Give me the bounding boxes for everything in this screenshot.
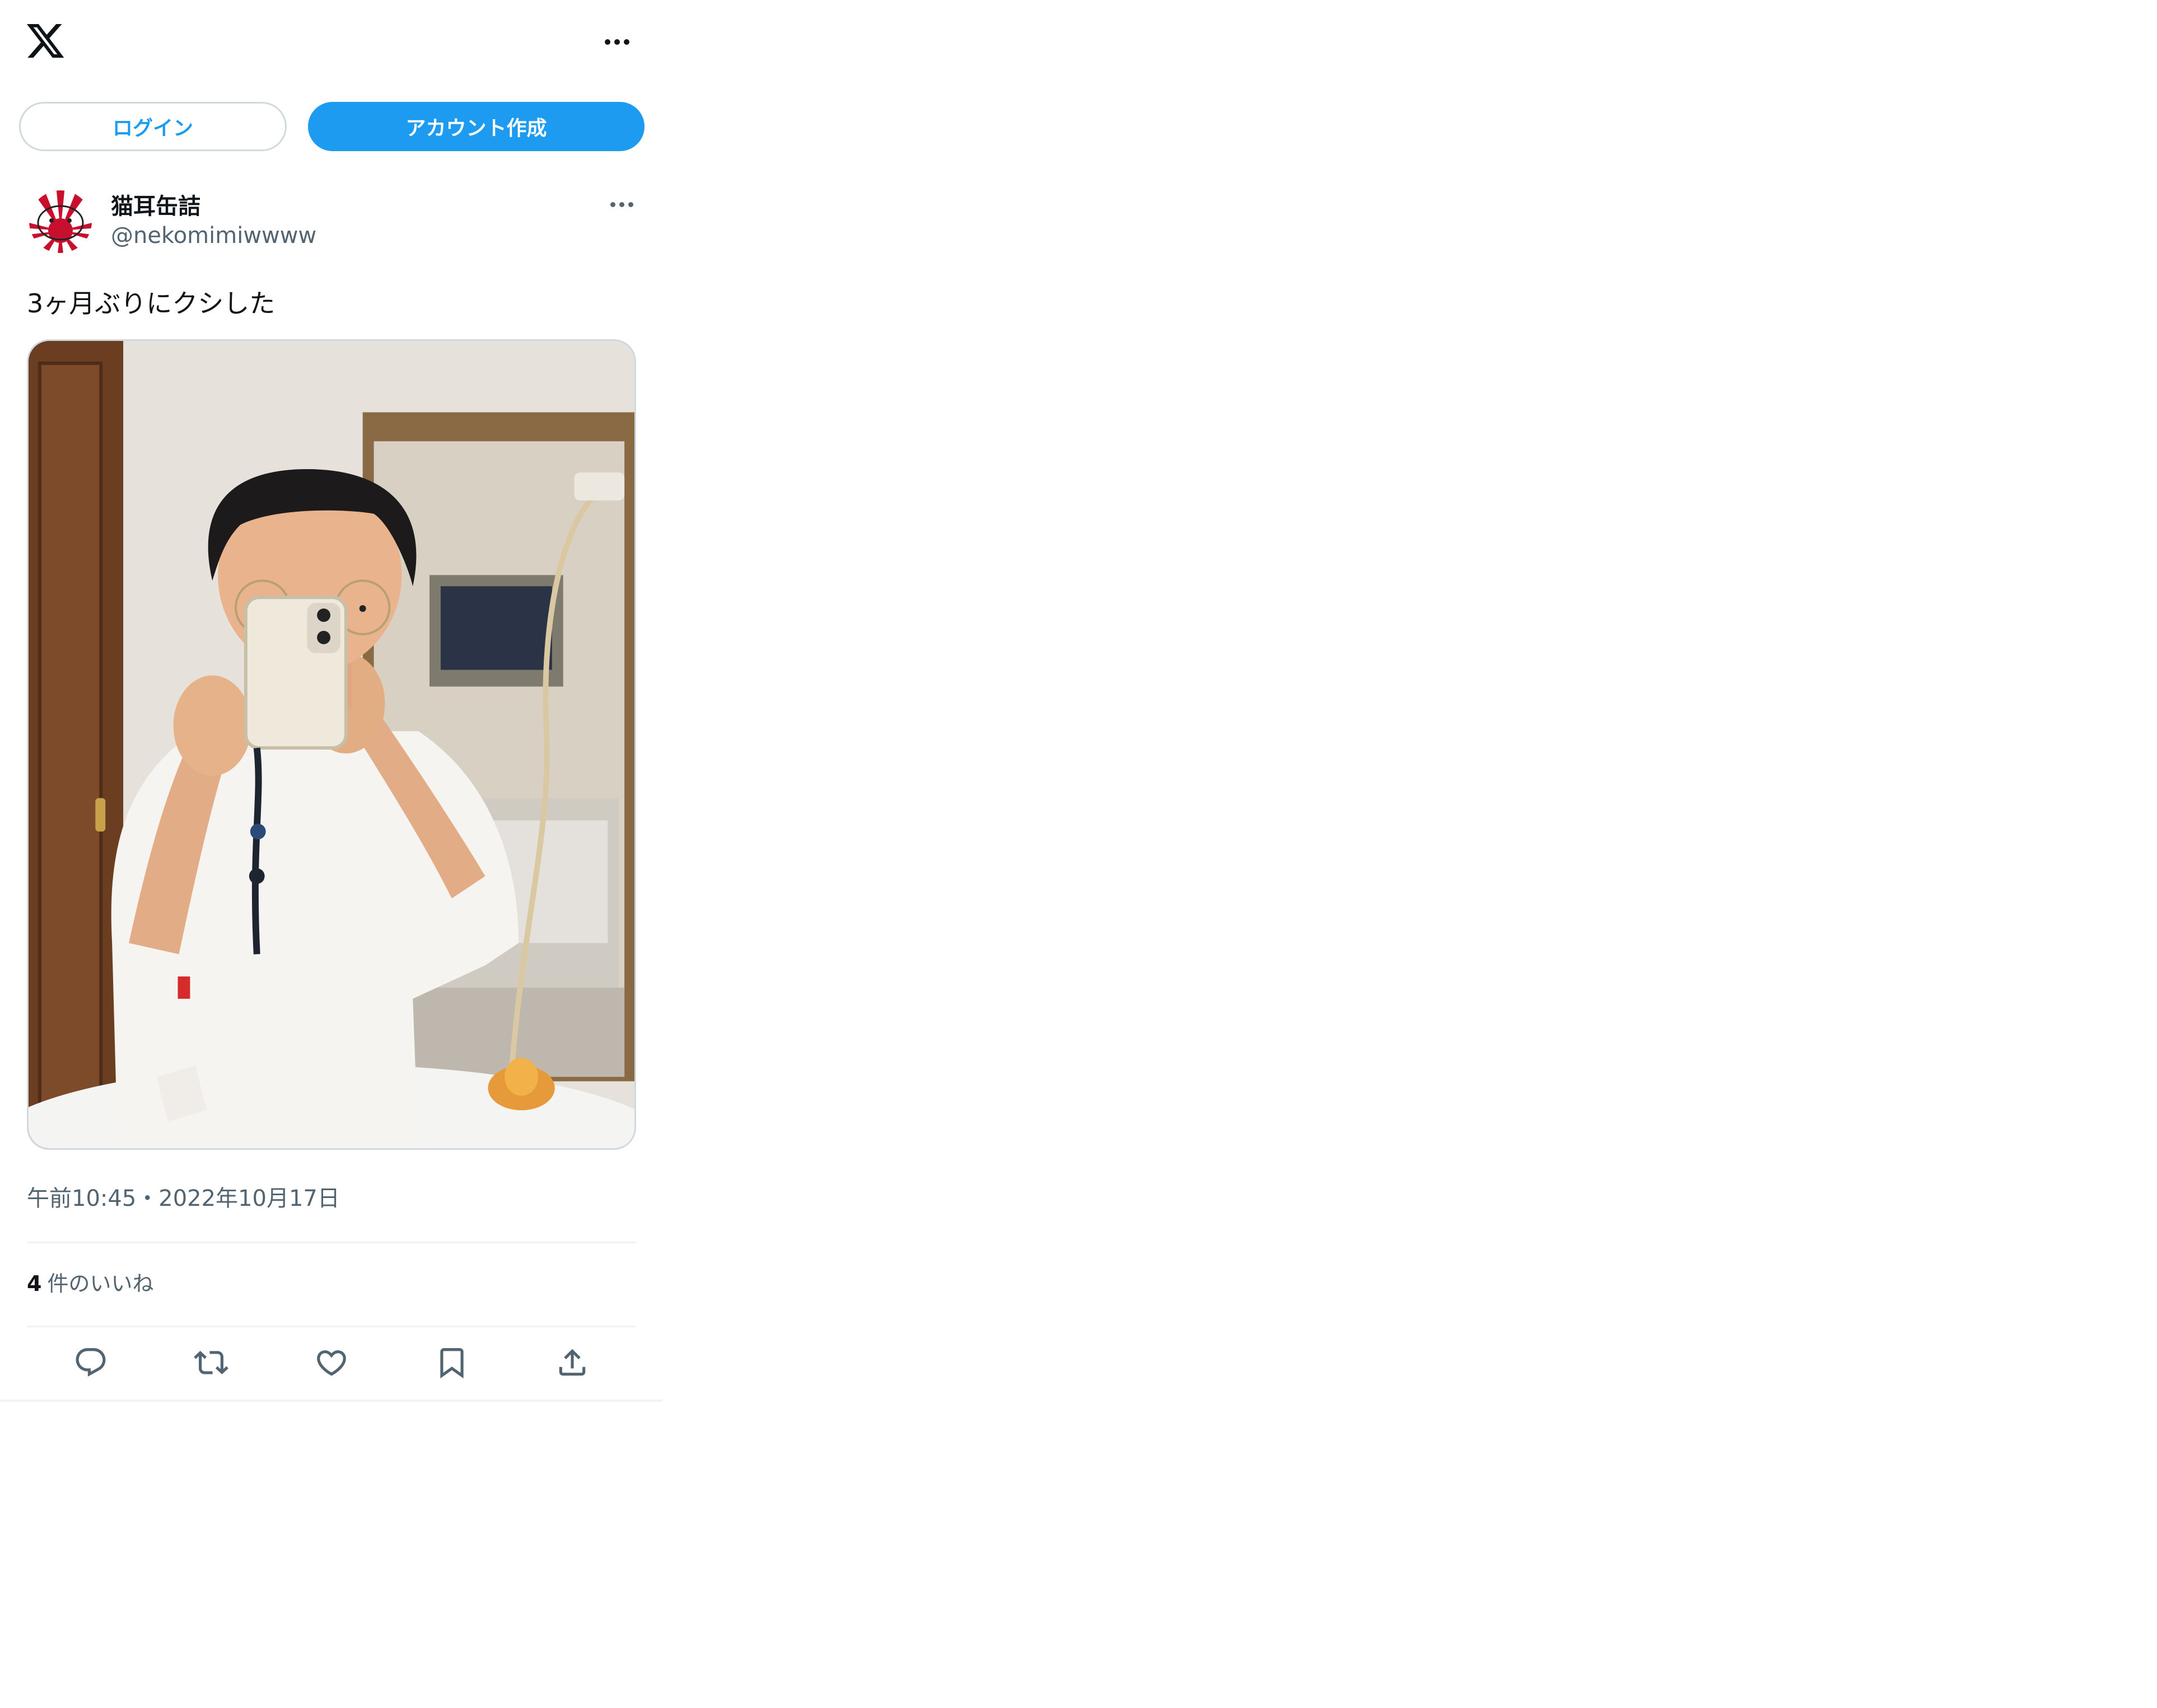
bookmark-icon	[440, 1348, 464, 1379]
post-timestamp[interactable]: 午前10:45・2022年10月17日	[27, 1180, 340, 1213]
author-display-name[interactable]: 猫耳缶詰	[111, 188, 200, 221]
x-logo-icon[interactable]	[25, 20, 66, 62]
divider	[27, 1242, 636, 1243]
divider	[27, 1326, 636, 1327]
like-button[interactable]	[307, 1338, 356, 1387]
reply-button[interactable]	[66, 1338, 115, 1387]
repost-icon	[194, 1351, 228, 1374]
repost-button[interactable]	[186, 1338, 236, 1387]
action-bar	[27, 1338, 636, 1387]
more-horizontal-icon	[610, 202, 633, 207]
post-text: 3ヶ月ぶりにクシした	[27, 288, 276, 319]
avatar[interactable]	[29, 190, 92, 253]
likes-number: 4	[27, 1271, 42, 1296]
reply-icon	[76, 1348, 106, 1377]
top-bar	[0, 0, 662, 84]
likes-label: 件のいいね	[47, 1271, 154, 1296]
login-button[interactable]: ログイン	[19, 102, 287, 151]
mirror-selfie-photo	[29, 341, 634, 1148]
likes-count[interactable]: 4 件のいいね	[27, 1266, 153, 1297]
more-options-button[interactable]	[595, 28, 639, 56]
signup-button[interactable]: アカウント作成	[308, 102, 645, 151]
share-icon	[559, 1349, 586, 1376]
author-handle[interactable]: @nekomimiwwww	[111, 223, 316, 249]
post-column: ログイン アカウント作成 猫耳缶詰 @nekomimiwwww 3ヶ月ぶりにクシ…	[0, 0, 662, 1402]
bookmark-button[interactable]	[427, 1338, 477, 1387]
post-more-button[interactable]	[601, 190, 642, 218]
heart-icon	[317, 1350, 346, 1376]
share-button[interactable]	[548, 1338, 597, 1387]
more-horizontal-icon	[605, 39, 629, 45]
post-photo[interactable]	[27, 339, 636, 1150]
